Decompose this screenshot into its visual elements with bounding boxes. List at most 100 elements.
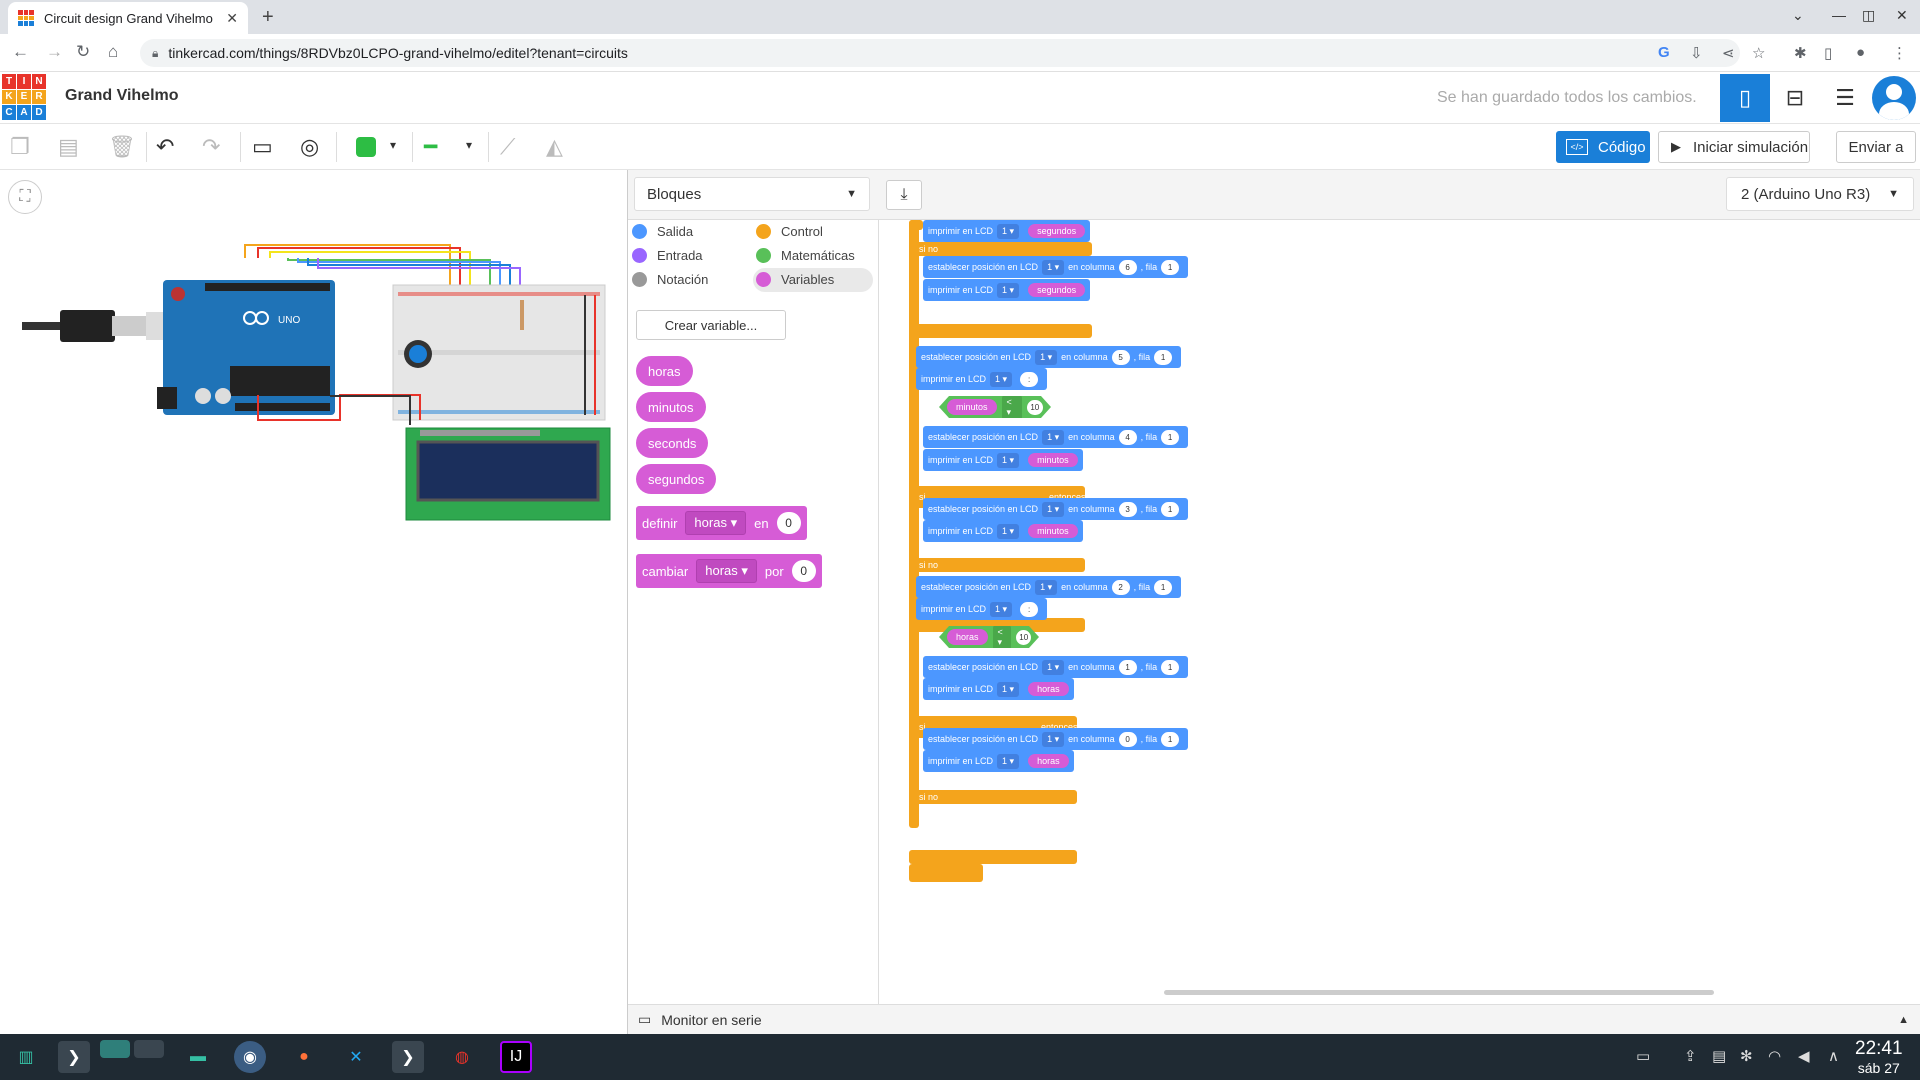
notes-visibility-icon[interactable]: ◎ (300, 134, 319, 160)
paste-icon[interactable]: ▤ (58, 134, 79, 160)
profile-icon[interactable]: ● (1856, 44, 1865, 61)
avatar[interactable] (1872, 76, 1916, 120)
clipboard-icon[interactable]: ▤ (1712, 1047, 1726, 1065)
sidepanel-icon[interactable]: ▯ (1824, 44, 1832, 62)
category-control[interactable]: Control (756, 220, 823, 242)
browser-tab[interactable]: Circuit design Grand Vihelmo ✕ (8, 2, 248, 34)
horizontal-scrollbar[interactable] (1164, 990, 1714, 995)
lcd-setpos-block[interactable]: establecer posición en LCD 1 ▾ en columna 6… (923, 256, 1189, 278)
compare-block-horas[interactable]: horas < ▾ 10 (939, 626, 1039, 648)
workspace-2[interactable] (134, 1040, 164, 1058)
install-icon[interactable]: ⇩ (1690, 44, 1703, 62)
lcd-print-block[interactable]: imprimir en LCD 1 ▾ horas (923, 678, 1074, 700)
rotate-icon[interactable]: ⟋ (500, 134, 515, 160)
start-simulation-button[interactable]: ▶ Iniciar simulación (1658, 131, 1810, 163)
tab-list-icon[interactable]: ⌄ (1792, 7, 1804, 24)
minimize-icon[interactable]: — (1832, 7, 1846, 23)
delete-icon[interactable]: 🗑︎ (108, 134, 136, 160)
set-variable-block[interactable]: definir horas ▾ en 0 (636, 506, 807, 540)
lcd-print-block[interactable]: imprimir en LCD 1 ▾ segundos (923, 279, 1091, 301)
lcd-print-block[interactable]: imprimir en LCD 1 ▾: (916, 368, 1048, 390)
flip-icon[interactable]: ◭ (546, 134, 563, 160)
category-matematicas[interactable]: Matemáticas (756, 244, 855, 266)
firefox-icon[interactable]: ● (288, 1041, 320, 1073)
send-to-button[interactable]: Enviar a (1836, 131, 1916, 163)
back-icon[interactable]: ← (12, 42, 29, 62)
url-field[interactable]: 🔒︎ tinkercad.com/things/8RDVbz0LCPO-gran… (140, 39, 1740, 67)
copy-icon[interactable]: ❐ (10, 134, 30, 160)
blocks-workspace[interactable]: si no si entonces si no si entonces si no … (879, 220, 1920, 1004)
create-variable-button[interactable]: Crear variable... (636, 310, 786, 340)
lcd-print-block[interactable]: imprimir en LCD 1 ▾ minutos (923, 449, 1083, 471)
lcd-print-block[interactable]: imprimir en LCD 1 ▾: (916, 598, 1048, 620)
color-swatch[interactable] (356, 137, 376, 157)
category-entrada[interactable]: Entrada (632, 244, 703, 266)
lcd-setpos-block[interactable]: establecer posición en LCD 1 ▾ en columna 5… (916, 346, 1182, 368)
change-variable-block[interactable]: cambiar horas ▾ por 0 (636, 554, 822, 588)
note-icon[interactable]: ▭ (252, 134, 273, 160)
menu-icon[interactable]: ⋮ (1892, 44, 1907, 62)
home-icon[interactable]: ⌂ (108, 42, 118, 62)
tab-close-icon[interactable]: ✕ (226, 10, 238, 27)
component-list-button[interactable]: ☰ (1820, 74, 1870, 122)
chrome-icon[interactable]: ◉ (234, 1041, 266, 1073)
window-close-icon[interactable]: ✕ (1896, 7, 1908, 24)
bluetooth-icon[interactable]: ✻ (1740, 1047, 1753, 1065)
else-block[interactable]: si no (909, 242, 1092, 256)
undo-icon[interactable]: ↶ (156, 134, 174, 160)
chevron-up-icon[interactable]: ▲ (1898, 1014, 1909, 1026)
category-salida[interactable]: Salida (632, 220, 693, 242)
code-button[interactable]: </> Código (1556, 131, 1650, 163)
manjaro-menu-icon[interactable]: ▥ (10, 1041, 42, 1073)
volume-icon[interactable]: ◀ (1798, 1047, 1810, 1065)
terminal-app-icon[interactable]: ❯ (392, 1041, 424, 1073)
terminal-app-icon[interactable]: ❯ (58, 1041, 90, 1073)
lcd-setpos-block[interactable]: establecer posición en LCD 1 ▾ en columna 3… (923, 498, 1189, 520)
compare-block-minutos[interactable]: minutos < ▾ 10 (939, 396, 1051, 418)
tray-expand-icon[interactable]: ∧ (1828, 1047, 1839, 1065)
reload-icon[interactable]: ↻ (76, 42, 90, 62)
share-icon[interactable]: ⋖ (1722, 44, 1735, 62)
star-icon[interactable]: ☆ (1752, 44, 1765, 62)
clock[interactable]: 22:41 sáb 27 (1855, 1038, 1903, 1076)
tinkercad-logo[interactable]: TIN KER CAD (2, 74, 46, 120)
device-select[interactable]: 2 (Arduino Uno R3) ▼ (1726, 177, 1914, 211)
circuit-view-button[interactable]: ▯ (1720, 74, 1770, 122)
lcd-print-block[interactable]: imprimir en LCD 1 ▾ segundos (923, 220, 1091, 242)
workspace-1[interactable] (100, 1040, 130, 1058)
code-mode-select[interactable]: Bloques ▼ (634, 177, 870, 211)
download-code-button[interactable]: ⤓ (886, 180, 922, 210)
wifi-icon[interactable]: ◠ (1768, 1047, 1781, 1065)
lcd-setpos-block[interactable]: establecer posición en LCD 1 ▾ en columna 1… (923, 656, 1189, 678)
updates-icon[interactable]: ⇪ (1684, 1047, 1697, 1065)
wire-type-icon[interactable]: ━ (424, 134, 437, 160)
serial-monitor-bar[interactable]: ▭ Monitor en serie ▲ (628, 1004, 1920, 1034)
vscode-icon[interactable]: ✕ (340, 1041, 372, 1073)
app-icon[interactable]: ◍ (446, 1041, 478, 1073)
file-manager-icon[interactable]: ▬ (182, 1041, 214, 1073)
forward-icon[interactable]: → (46, 42, 63, 62)
variable-block-segundos[interactable]: segundos (636, 464, 717, 494)
variable-block-horas[interactable]: horas (636, 356, 693, 386)
google-icon[interactable]: G (1658, 44, 1670, 61)
schematic-view-button[interactable]: ⊟ (1770, 74, 1820, 122)
variable-block-seconds[interactable]: seconds (636, 428, 709, 458)
category-variables[interactable]: Variables (756, 268, 834, 290)
color-dropdown-icon[interactable]: ▾ (390, 138, 396, 152)
lcd-print-block[interactable]: imprimir en LCD 1 ▾ minutos (923, 520, 1083, 542)
intellij-icon[interactable]: IJ (500, 1041, 532, 1073)
category-notacion[interactable]: Notación (632, 268, 708, 290)
redo-icon[interactable]: ↷ (202, 134, 220, 160)
extensions-icon[interactable]: ✱ (1794, 44, 1807, 62)
show-desktop-icon[interactable]: ▭ (1636, 1047, 1650, 1065)
new-tab-button[interactable]: + (262, 6, 274, 29)
variable-block-minutos[interactable]: minutos (636, 392, 706, 422)
circuit-canvas[interactable]: ⛶ UNO (0, 170, 627, 1034)
maximize-icon[interactable]: ◫ (1862, 7, 1875, 24)
lcd-setpos-block[interactable]: establecer posición en LCD 1 ▾ en columna 0… (923, 728, 1189, 750)
lcd-setpos-block[interactable]: establecer posición en LCD 1 ▾ en columna 2… (916, 576, 1182, 598)
project-title[interactable]: Grand Vihelmo (65, 87, 179, 105)
lcd-print-block[interactable]: imprimir en LCD 1 ▾ horas (923, 750, 1074, 772)
wire-dropdown-icon[interactable]: ▾ (466, 138, 472, 152)
lcd-setpos-block[interactable]: establecer posición en LCD 1 ▾ en columna 4… (923, 426, 1189, 448)
